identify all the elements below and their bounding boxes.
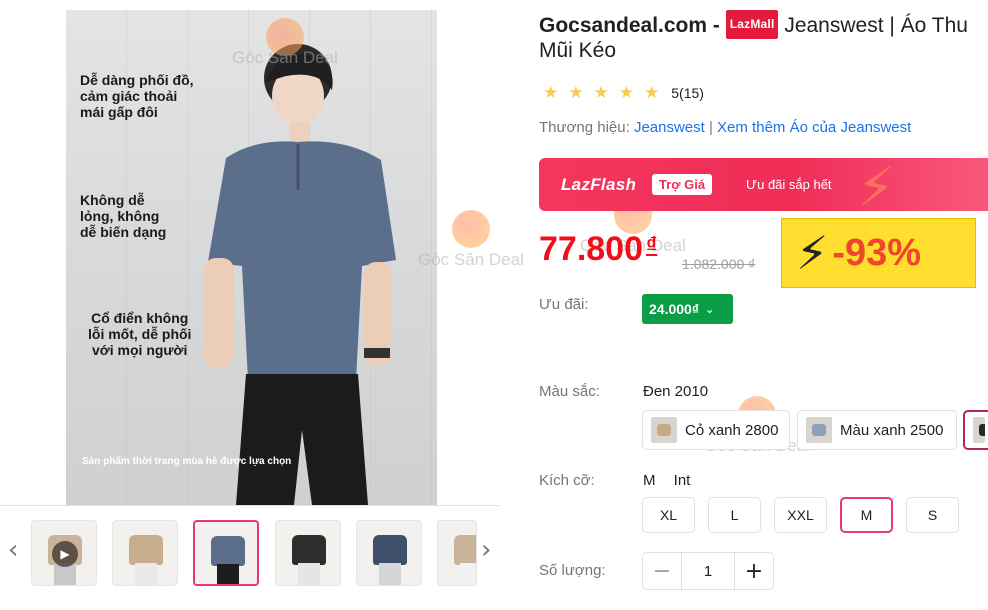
selected-size: M Int — [643, 472, 691, 489]
thumbnail-legs — [460, 563, 476, 585]
quantity-plus-button[interactable]: + — [735, 553, 773, 589]
color-option[interactable]: Màu xanh 2500 — [797, 410, 957, 450]
rating-stars: ★ ★ ★ ★ ★ — [543, 83, 669, 103]
thumbnail-shirt — [211, 536, 245, 566]
thumbnail-prev-icon[interactable]: ‹ — [8, 535, 18, 565]
quantity-value[interactable]: 1 — [681, 553, 735, 589]
store-name: Gocsandeal.com - — [539, 14, 726, 37]
star-icon: ★ — [618, 83, 634, 103]
star-icon: ★ — [644, 83, 660, 103]
play-icon[interactable]: ▶ — [52, 541, 78, 567]
rating-text: 5(15) — [671, 85, 704, 101]
lazmall-badge: LazMall — [725, 10, 779, 39]
color-swatch — [973, 417, 985, 443]
product-title: Gocsandeal.com - LazMall Jeanswest | Áo … — [539, 10, 988, 39]
size-label: Kích cỡ: — [539, 472, 595, 489]
thumbnail-next-icon[interactable]: › — [481, 535, 491, 565]
thumbnail-shirt — [454, 535, 476, 565]
lightning-icon: ⚡ — [857, 158, 895, 211]
thumbnail-shirt — [373, 535, 407, 565]
size-option[interactable]: S — [906, 497, 959, 533]
caption-no-deform: Không dễ lỏng, không dễ biến dạng — [80, 192, 167, 240]
thumbnail-item[interactable]: ▶ — [31, 520, 97, 586]
lazflash-logo: LazFlash — [561, 175, 637, 194]
thumbnail-legs — [379, 563, 401, 585]
color-option[interactable] — [963, 410, 988, 450]
size-option[interactable]: L — [708, 497, 761, 533]
star-icon: ★ — [568, 83, 584, 103]
thumbnail-legs — [217, 564, 239, 584]
color-option-label: Cỏ xanh 2800 — [685, 421, 779, 439]
discount-percent: -93% — [832, 231, 922, 274]
rating[interactable]: ★ ★ ★ ★ ★ 5(15) — [543, 83, 704, 103]
color-option-label: Màu xanh 2500 — [840, 421, 944, 439]
color-swatch — [806, 417, 832, 443]
voucher-label: Ưu đãi: — [539, 296, 589, 313]
star-icon: ★ — [593, 83, 609, 103]
size-option[interactable]: XXL — [774, 497, 827, 533]
product-page: Dễ dàng phối đồ, cảm giác thoải mái gấp … — [0, 0, 988, 610]
caption-bottom: Sản phẩm thời trang mùa hè được lựa chọn — [82, 456, 292, 467]
thumbnail-shirt — [292, 535, 326, 565]
thumbnail-item[interactable] — [112, 520, 178, 586]
voucher-value: 24.000₫ — [649, 301, 700, 317]
color-label: Màu sắc: — [539, 383, 600, 400]
size-option[interactable]: XL — [642, 497, 695, 533]
thumbnail-legs — [298, 563, 320, 585]
product-title-line2: Mũi Kéo — [539, 39, 617, 62]
star-icon: ★ — [543, 83, 559, 103]
thumbnail-item[interactable] — [356, 520, 422, 586]
quantity-stepper: − 1 + — [642, 552, 774, 590]
thumbnail-item[interactable] — [275, 520, 341, 586]
thumbnail-item[interactable] — [193, 520, 259, 586]
thumbnail-legs — [135, 563, 157, 585]
size-option[interactable]: M — [840, 497, 893, 533]
thumbnail-shirt — [129, 535, 163, 565]
lazflash-banner: LazFlash Trợ Giá Ưu đãi sắp hết ⚡ — [539, 158, 988, 211]
current-price: 77.800 ₫ — [539, 230, 657, 269]
caption-classic: Cổ điển không lỗi mốt, dễ phối với mọi n… — [88, 310, 192, 358]
brand-line: Thương hiệu: Jeanswest | Xem thêm Áo của… — [539, 119, 911, 136]
color-swatch — [651, 417, 677, 443]
ending-soon-text: Ưu đãi sắp hết — [746, 177, 832, 192]
selected-color: Đen 2010 — [643, 383, 709, 400]
brand-link[interactable]: Jeanswest — [634, 119, 705, 136]
subsidy-tag: Trợ Giá — [652, 174, 713, 195]
caption-easy-mix: Dễ dàng phối đồ, cảm giác thoải mái gấp … — [80, 72, 194, 120]
watermark-logo-icon — [451, 210, 490, 248]
color-option[interactable]: Cỏ xanh 2800 — [642, 410, 790, 450]
main-product-image[interactable]: Dễ dàng phối đồ, cảm giác thoải mái gấp … — [66, 10, 437, 505]
quantity-minus-button[interactable]: − — [643, 553, 681, 589]
lightning-icon: ⚡ — [796, 226, 829, 280]
thumbnail-item[interactable] — [437, 520, 477, 586]
title-main: Jeanswest | Áo Thu — [778, 14, 968, 37]
original-price: 1.082.000 ₫ — [682, 256, 756, 272]
brand-more-link[interactable]: Xem thêm Áo của Jeanswest — [717, 119, 911, 136]
discount-badge: ⚡ -93% — [781, 218, 976, 288]
price-value: 77.800 — [539, 230, 643, 268]
model-illustration — [204, 44, 396, 505]
price-currency: ₫ — [646, 232, 658, 257]
quantity-label: Số lượng: — [539, 562, 606, 579]
brand-label: Thương hiệu: — [539, 119, 634, 136]
voucher-button[interactable]: 24.000₫ ⌄ — [642, 294, 733, 324]
chevron-down-icon: ⌄ — [705, 302, 715, 316]
brand-separator: | — [704, 119, 718, 136]
